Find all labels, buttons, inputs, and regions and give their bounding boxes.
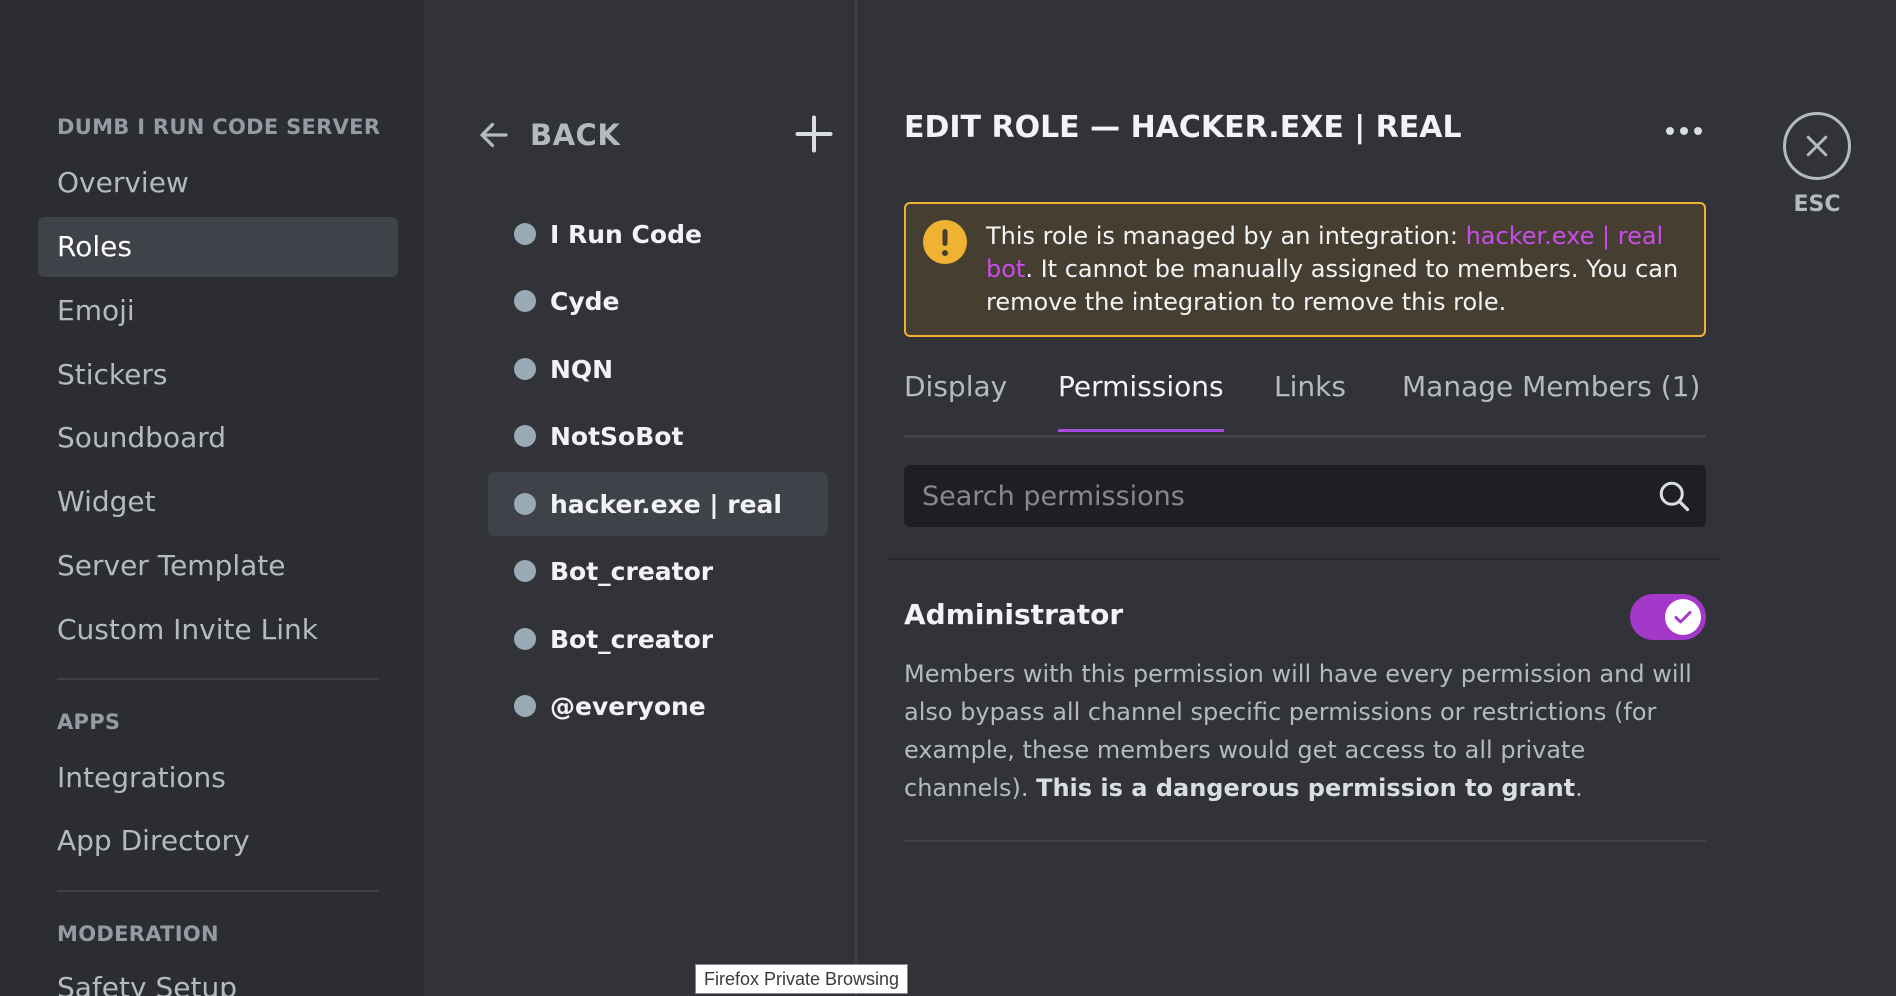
tab-manage-members[interactable]: Manage Members (1) [1402, 370, 1700, 429]
sidebar-item-widget[interactable]: Widget [38, 472, 398, 532]
sidebar-item-soundboard[interactable]: Soundboard [38, 408, 398, 468]
role-name: NotSoBot [550, 421, 684, 451]
page-title: EDIT ROLE — HACKER.EXE | REAL [904, 110, 1462, 145]
section-divider [888, 558, 1720, 560]
server-name-header: DUMB I RUN CODE SERVER ... [57, 115, 387, 139]
role-item[interactable]: Cyde [488, 269, 828, 333]
role-name: NQN [550, 354, 614, 384]
notice-text: This role is managed by an integration: … [986, 220, 1696, 319]
back-button[interactable]: BACK [476, 110, 620, 160]
settings-sidebar: DUMB I RUN CODE SERVER ... Overview Role… [0, 0, 424, 996]
plus-icon[interactable] [792, 112, 836, 156]
sidebar-item-roles[interactable]: Roles [38, 217, 398, 277]
role-item[interactable]: @everyone [488, 674, 828, 738]
sidebar-item-safety-setup[interactable]: Safety Setup [38, 958, 398, 996]
managed-role-notice: This role is managed by an integration: … [904, 202, 1706, 337]
role-color-dot [514, 560, 536, 582]
role-item-selected[interactable]: hacker.exe | real [488, 472, 828, 536]
tab-permissions[interactable]: Permissions [1058, 370, 1224, 432]
role-color-dot [514, 695, 536, 717]
role-color-dot [514, 358, 536, 380]
role-name: I Run Code [550, 219, 702, 249]
permission-divider [904, 840, 1706, 842]
role-name: Bot_creator [550, 556, 714, 586]
apps-section-header: APPS [57, 710, 121, 734]
role-item[interactable]: NotSoBot [488, 404, 828, 468]
role-color-dot [514, 223, 536, 245]
more-horizontal-icon[interactable] [1662, 116, 1706, 146]
roles-list-panel: BACK I Run Code Cyde NQN NotSoBot hacker… [424, 0, 857, 996]
role-item[interactable]: I Run Code [488, 202, 828, 266]
close-icon [1806, 135, 1828, 157]
role-tabs: Display Permissions Links Manage Members… [904, 362, 1706, 438]
sidebar-item-server-template[interactable]: Server Template [38, 536, 398, 596]
role-item[interactable]: Bot_creator [488, 539, 828, 603]
tab-links[interactable]: Links [1274, 370, 1346, 429]
moderation-section-header: MODERATION [57, 922, 219, 946]
permission-description: Members with this permission will have e… [904, 655, 1704, 807]
close-button[interactable] [1783, 112, 1851, 180]
role-color-dot [514, 628, 536, 650]
sidebar-item-app-directory[interactable]: App Directory [38, 811, 398, 871]
permission-warning-text: This is a dangerous permission to grant [1036, 774, 1576, 802]
sidebar-item-stickers[interactable]: Stickers [38, 345, 398, 405]
sidebar-divider [57, 890, 379, 892]
role-color-dot [514, 425, 536, 447]
sidebar-item-overview[interactable]: Overview [38, 153, 398, 213]
sidebar-item-emoji[interactable]: Emoji [38, 281, 398, 341]
role-item[interactable]: NQN [488, 337, 828, 401]
arrow-left-icon [480, 122, 508, 148]
administrator-toggle[interactable] [1630, 594, 1706, 640]
role-name: Bot_creator [550, 624, 714, 654]
browser-tooltip: Firefox Private Browsing [695, 964, 909, 994]
notice-suffix: . It cannot be manually assigned to memb… [986, 255, 1679, 316]
search-icon[interactable] [1656, 478, 1692, 514]
search-input[interactable] [904, 465, 1624, 527]
permission-title: Administrator [904, 598, 1124, 631]
notice-prefix: This role is managed by an integration: [986, 222, 1466, 250]
sidebar-divider [57, 678, 379, 680]
role-name: Cyde [550, 286, 620, 316]
sidebar-item-integrations[interactable]: Integrations [38, 748, 398, 808]
role-name: @everyone [550, 691, 706, 721]
role-item[interactable]: Bot_creator [488, 607, 828, 671]
back-label: BACK [530, 118, 621, 152]
tab-display[interactable]: Display [904, 370, 1007, 429]
role-color-dot [514, 493, 536, 515]
sidebar-item-custom-invite-link[interactable]: Custom Invite Link [38, 600, 398, 660]
warning-icon [923, 220, 967, 264]
esc-label: ESC [1793, 192, 1841, 217]
toggle-knob [1665, 599, 1701, 635]
permission-search [904, 465, 1706, 527]
permission-description-end: . [1575, 774, 1583, 802]
role-name: hacker.exe | real [550, 489, 782, 519]
role-color-dot [514, 290, 536, 312]
check-icon [1674, 611, 1692, 624]
